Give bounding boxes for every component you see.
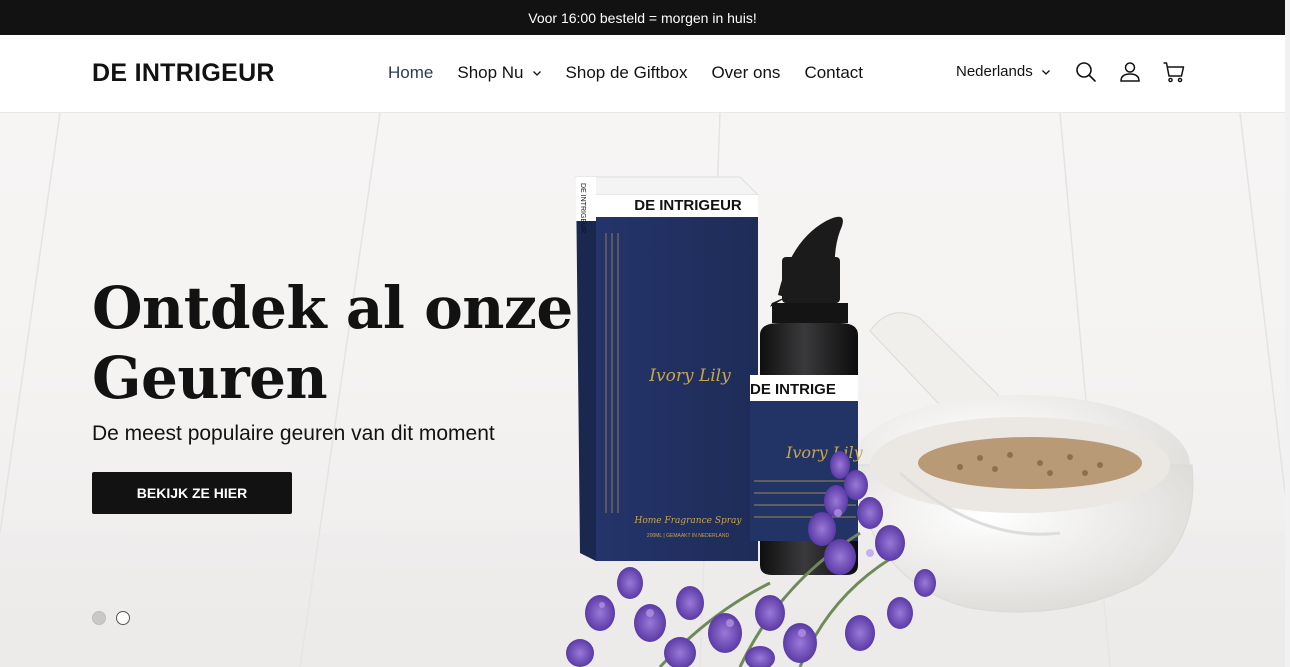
slide-dot-2[interactable]	[116, 611, 130, 625]
chevron-down-icon	[1041, 69, 1050, 75]
hero-title: Ontdek al onze Geuren	[92, 273, 612, 413]
page-scrollbar[interactable]	[1285, 0, 1290, 667]
bottle-brand-text: DE INTRIGE	[750, 381, 836, 398]
hero-cta-button[interactable]: BEKIJK ZE HIER	[92, 472, 292, 514]
slider-dots	[92, 611, 130, 625]
language-label: Nederlands	[956, 63, 1033, 80]
nav-label-contact: Contact	[804, 63, 864, 82]
nav-item-shop-nu[interactable]: Shop Nu	[445, 61, 553, 85]
nav-item-shop-giftbox[interactable]: Shop de Giftbox	[554, 61, 700, 85]
hero-banner: DE INTRIGEUR DE INTRIGEUR Ivory Lily Hom…	[0, 113, 1285, 667]
search-icon[interactable]	[1074, 60, 1098, 84]
box-script-name: Ivory Lily	[648, 366, 731, 386]
cart-icon[interactable]	[1162, 60, 1186, 84]
announcement-text: Voor 16:00 besteld = morgen in huis!	[528, 9, 757, 26]
hero-title-line-1: Ontdek al onze	[92, 274, 573, 342]
nav-label-over-ons: Over ons	[711, 63, 781, 82]
nav-label-shop-nu: Shop Nu	[457, 63, 524, 82]
slide-dot-1[interactable]	[92, 611, 106, 625]
box-brand-text: DE INTRIGEUR	[634, 197, 742, 214]
box-small-text: 200ML | GEMAAKT IN NEDERLAND	[647, 533, 730, 539]
box-side-brand-text: DE INTRIGEUR	[579, 183, 586, 233]
box-caption: Home Fragrance Spray	[633, 516, 742, 526]
chevron-down-icon	[532, 71, 541, 76]
announcement-bar: Voor 16:00 besteld = morgen in huis!	[0, 0, 1285, 35]
nav-label-giftbox: Shop de Giftbox	[565, 63, 688, 82]
site-header: DE INTRIGEUR Home Shop Nu Shop de Giftbo…	[0, 35, 1285, 113]
nav-item-over-ons[interactable]: Over ons	[699, 61, 792, 85]
hero-subtitle: De meest populaire geuren van dit moment	[92, 422, 495, 445]
language-selector[interactable]: Nederlands	[956, 63, 1051, 80]
product-image: DE INTRIGEUR DE INTRIGEUR Ivory Lily Hom…	[566, 176, 1194, 667]
hero-title-line-2: Geuren	[92, 344, 328, 412]
main-nav: Home Shop Nu Shop de Giftbox Over ons Co…	[376, 61, 875, 85]
site-logo[interactable]: DE INTRIGEUR	[92, 59, 275, 88]
nav-item-contact[interactable]: Contact	[792, 61, 875, 85]
nav-label-home: Home	[388, 63, 434, 82]
account-icon[interactable]	[1118, 60, 1142, 84]
bottle-script-name: Ivory Lily	[785, 443, 864, 462]
nav-item-home[interactable]: Home	[376, 61, 445, 85]
